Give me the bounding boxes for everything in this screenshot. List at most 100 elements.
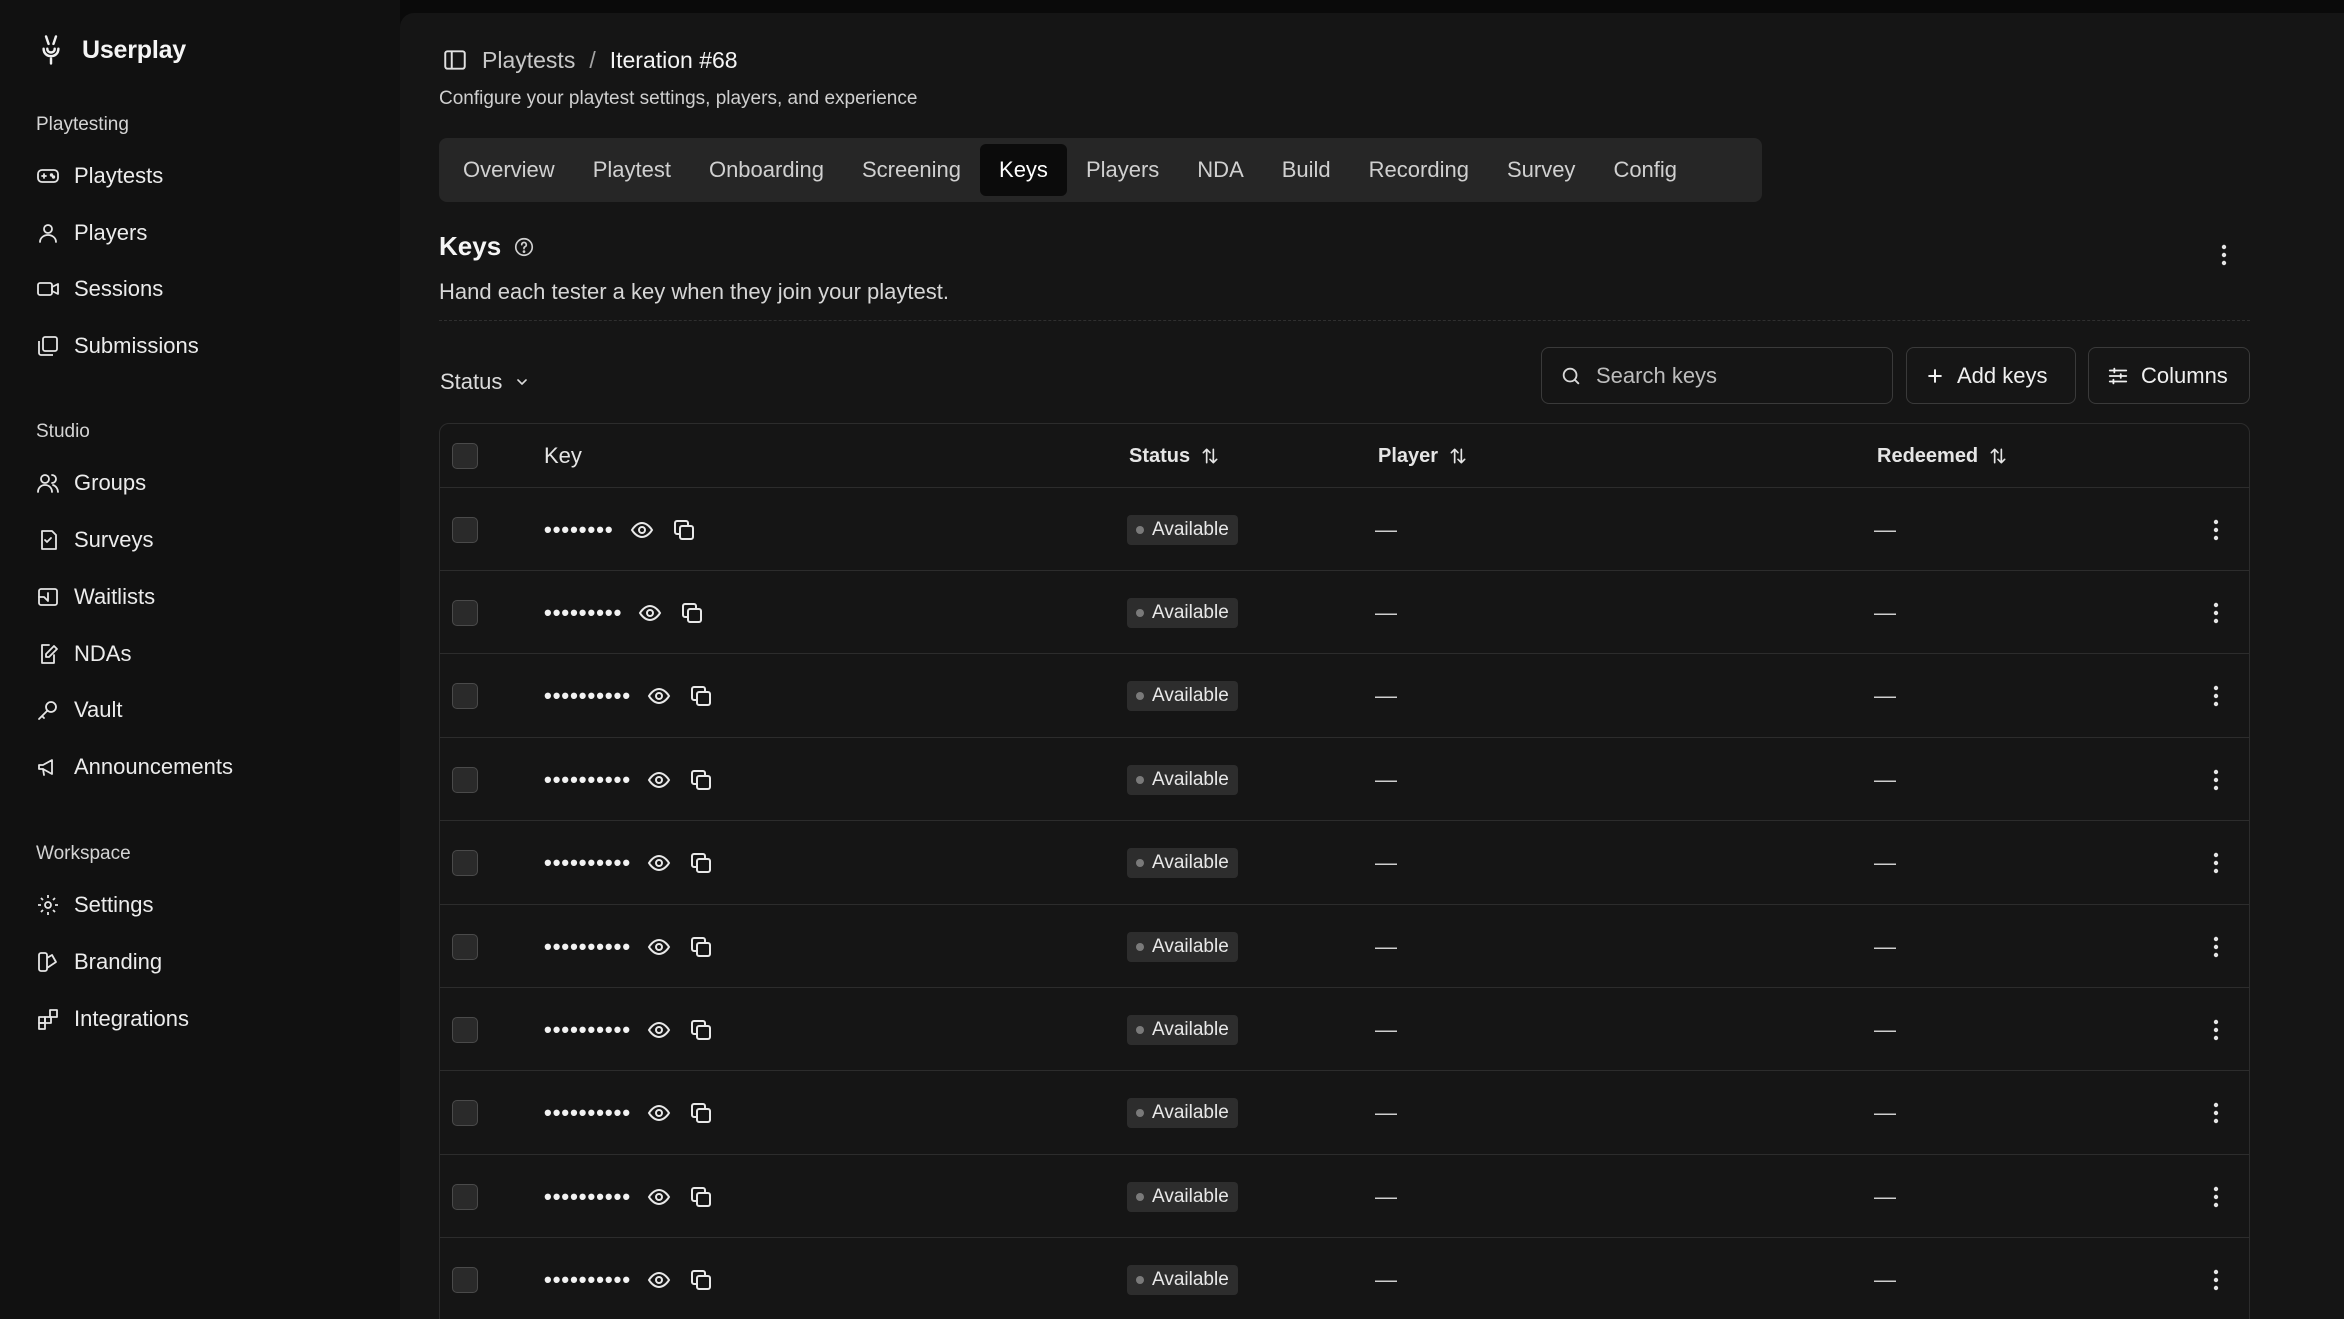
breadcrumb-playtests[interactable]: Playtests	[482, 47, 575, 74]
row-checkbox[interactable]	[452, 1100, 478, 1127]
sidebar-item-sessions[interactable]: Sessions	[36, 269, 376, 309]
sidebar-item-playtests[interactable]: Playtests	[36, 156, 376, 196]
row-checkbox[interactable]	[452, 1016, 478, 1043]
sidebar-item-surveys[interactable]: Surveys	[36, 520, 376, 560]
sidebar-item-settings[interactable]: Settings	[36, 885, 376, 925]
tab-playtest[interactable]: Playtest	[574, 144, 690, 196]
tab-keys[interactable]: Keys	[980, 144, 1067, 196]
column-header-player[interactable]: Player	[1378, 424, 1468, 488]
eye-icon[interactable]	[636, 599, 664, 627]
tab-survey[interactable]: Survey	[1488, 144, 1594, 196]
search-box[interactable]	[1541, 347, 1893, 404]
row-checkbox[interactable]	[452, 599, 478, 626]
eye-icon[interactable]	[645, 766, 673, 794]
row-more-options-icon[interactable]	[2202, 849, 2230, 877]
copy-icon[interactable]	[687, 849, 715, 877]
tab-players[interactable]: Players	[1067, 144, 1178, 196]
row-checkbox[interactable]	[452, 1183, 478, 1210]
row-checkbox[interactable]	[452, 850, 478, 877]
table-row: •••••••••• Available — —	[440, 905, 2249, 988]
sidebar-item-submissions[interactable]: Submissions	[36, 326, 376, 366]
search-input[interactable]	[1596, 362, 1876, 389]
row-select-cell	[452, 488, 478, 571]
redeemed-cell: —	[1874, 1183, 1896, 1209]
tab-recording[interactable]: Recording	[1350, 144, 1488, 196]
tab-nda[interactable]: NDA	[1178, 144, 1262, 196]
row-more-options-icon[interactable]	[2202, 766, 2230, 794]
row-more-options-icon[interactable]	[2202, 516, 2230, 544]
eye-icon[interactable]	[645, 849, 673, 877]
tab-onboarding[interactable]: Onboarding	[690, 144, 843, 196]
row-checkbox[interactable]	[452, 766, 478, 793]
tab-build[interactable]: Build	[1263, 144, 1350, 196]
row-more-options-icon[interactable]	[2202, 1016, 2230, 1044]
eye-icon[interactable]	[645, 933, 673, 961]
tab-bar: Overview Playtest Onboarding Screening K…	[439, 138, 1762, 202]
redeemed-cell: —	[1874, 683, 1896, 709]
copy-icon[interactable]	[678, 599, 706, 627]
more-options-icon[interactable]	[2208, 239, 2240, 271]
tab-config[interactable]: Config	[1594, 144, 1696, 196]
eye-icon[interactable]	[645, 1266, 673, 1294]
row-checkbox[interactable]	[452, 933, 478, 960]
select-all-checkbox[interactable]	[452, 443, 478, 469]
sidebar-item-groups[interactable]: Groups	[36, 463, 376, 503]
nav-group-title-studio: Studio	[36, 421, 90, 442]
eye-icon[interactable]	[645, 1099, 673, 1127]
row-checkbox[interactable]	[452, 516, 478, 543]
eye-icon[interactable]	[645, 1183, 673, 1211]
masked-key: ••••••••••	[544, 850, 632, 876]
copy-icon[interactable]	[687, 933, 715, 961]
brand[interactable]: Userplay	[36, 32, 186, 68]
sidebar-item-announcements[interactable]: Announcements	[36, 747, 376, 787]
row-actions-cell	[2202, 1239, 2230, 1319]
row-select-cell	[452, 822, 478, 905]
copy-icon[interactable]	[687, 682, 715, 710]
status-badge-label: Available	[1152, 1269, 1229, 1291]
row-more-options-icon[interactable]	[2202, 1266, 2230, 1294]
status-filter-dropdown[interactable]: Status	[440, 369, 530, 395]
column-header-redeemed[interactable]: Redeemed	[1877, 424, 2008, 488]
row-checkbox[interactable]	[452, 683, 478, 710]
sidebar-item-waitlists[interactable]: Waitlists	[36, 577, 376, 617]
key-cell: ••••••••••	[544, 822, 715, 905]
columns-button[interactable]: Columns	[2088, 347, 2250, 404]
copy-icon[interactable]	[687, 1016, 715, 1044]
copy-icon[interactable]	[687, 1266, 715, 1294]
row-more-options-icon[interactable]	[2202, 599, 2230, 627]
sidebar-item-label: Integrations	[74, 1006, 189, 1031]
status-dot	[1136, 1025, 1144, 1034]
sidebar-toggle-icon[interactable]	[442, 47, 468, 73]
blocks-icon	[36, 1007, 60, 1031]
sidebar-item-players[interactable]: Players	[36, 213, 376, 253]
row-checkbox[interactable]	[452, 1267, 478, 1294]
copy-icon[interactable]	[687, 766, 715, 794]
sidebar-item-ndas[interactable]: NDAs	[36, 634, 376, 674]
tab-overview[interactable]: Overview	[444, 144, 574, 196]
eye-icon[interactable]	[645, 1016, 673, 1044]
copy-icon[interactable]	[687, 1099, 715, 1127]
sidebar-item-branding[interactable]: Branding	[36, 942, 376, 982]
key-cell: ••••••••••	[544, 738, 715, 821]
sidebar-item-vault[interactable]: Vault	[36, 690, 376, 730]
player-cell: —	[1375, 516, 1397, 542]
sidebar-item-integrations[interactable]: Integrations	[36, 999, 376, 1039]
eye-icon[interactable]	[628, 516, 656, 544]
row-more-options-icon[interactable]	[2202, 933, 2230, 961]
add-keys-button[interactable]: Add keys	[1906, 347, 2076, 404]
player-cell: —	[1375, 599, 1397, 625]
copy-icon[interactable]	[687, 1183, 715, 1211]
status-cell: Available	[1127, 1072, 1238, 1155]
column-header-status[interactable]: Status	[1129, 424, 1220, 488]
row-more-options-icon[interactable]	[2202, 682, 2230, 710]
row-more-options-icon[interactable]	[2202, 1183, 2230, 1211]
file-pen-icon	[36, 642, 60, 666]
help-icon[interactable]	[513, 236, 535, 258]
copy-icon[interactable]	[670, 516, 698, 544]
eye-icon[interactable]	[645, 682, 673, 710]
sidebar-item-label: Branding	[74, 949, 163, 974]
tab-screening[interactable]: Screening	[843, 144, 980, 196]
row-more-options-icon[interactable]	[2202, 1099, 2230, 1127]
table-row: •••••••••• Available — —	[440, 1072, 2249, 1155]
table-row: •••••••• Available — —	[440, 488, 2249, 571]
